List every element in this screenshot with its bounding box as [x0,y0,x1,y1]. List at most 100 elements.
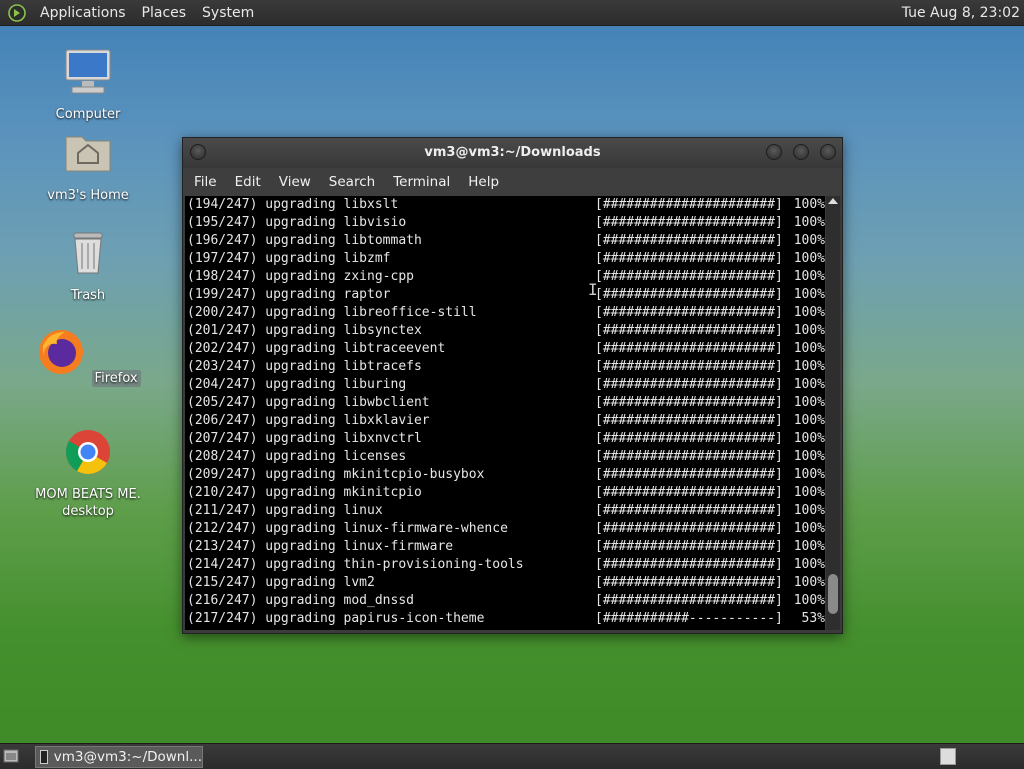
firefox-icon [39,330,84,374]
menu-file[interactable]: File [185,174,226,190]
terminal-line-text: (212/247) upgrading linux-firmware-whenc… [187,521,508,536]
terminal-line: (216/247) upgrading mod_dnssd [##########… [185,592,825,610]
text-cursor-icon: I [588,280,598,299]
scrollbar-thumb[interactable] [828,574,838,614]
terminal-line: (208/247) upgrading licenses [###########… [185,448,825,466]
terminal-window[interactable]: vm3@vm3:~/Downloads File Edit View Searc… [182,137,843,634]
terminal-line: (213/247) upgrading linux-firmware [#####… [185,538,825,556]
terminal-line-text: (216/247) upgrading mod_dnssd [187,593,414,608]
terminal-line: (202/247) upgrading libtraceevent [######… [185,340,825,358]
menu-help[interactable]: Help [459,174,508,190]
taskbar-terminal-button[interactable]: vm3@vm3:~/Downl... [35,746,203,768]
workspace-switcher[interactable] [940,748,956,765]
progress-percent: 100% [793,557,825,572]
desktop-icon-label: MOM BEATS ME. desktop [35,487,141,519]
terminal-line-text: (211/247) upgrading linux [187,503,383,518]
terminal-line-text: (203/247) upgrading libtracefs [187,359,422,374]
terminal-line: (209/247) upgrading mkinitcpio-busybox [#… [185,466,825,484]
menu-view[interactable]: View [270,174,320,190]
menu-terminal[interactable]: Terminal [384,174,459,190]
close-button[interactable] [820,144,836,160]
desktop-icon-computer[interactable]: Computer [33,46,143,123]
terminal-line: (195/247) upgrading libvisio [###########… [185,214,825,232]
applications-menu[interactable]: Applications [32,5,134,21]
mate-logo-icon[interactable] [8,3,26,22]
progress-bar-text: [######################] [595,233,783,248]
chrome-icon [66,430,110,474]
terminal-output[interactable]: (194/247) upgrading libxslt [############… [185,196,825,630]
menu-edit[interactable]: Edit [226,174,270,190]
terminal-line-text: (202/247) upgrading libtraceevent [187,341,446,356]
terminal-line: (203/247) upgrading libtracefs [#########… [185,358,825,376]
progress-percent: 100% [793,323,825,338]
desktop-icon-home[interactable]: vm3's Home [33,127,143,204]
terminal-line-text: (213/247) upgrading linux-firmware [187,539,454,554]
progress-percent: 100% [793,215,825,230]
desktop-icon-firefox[interactable]: Firefox [33,326,143,387]
terminal-menubar: File Edit View Search Terminal Help [183,168,842,196]
progress-percent: 100% [793,395,825,410]
computer-icon [65,49,111,94]
progress-percent: 100% [793,485,825,500]
maximize-button[interactable] [793,144,809,160]
terminal-line-text: (204/247) upgrading liburing [187,377,407,392]
terminal-line: (200/247) upgrading libreoffice-still [##… [185,304,825,322]
terminal-line: (201/247) upgrading libsynctex [#########… [185,322,825,340]
terminal-line-text: (214/247) upgrading thin-provisioning-to… [187,557,524,572]
window-menu-button[interactable] [190,144,206,160]
terminal-scrollbar[interactable] [826,196,840,630]
terminal-line-text: (197/247) upgrading libzmf [187,251,391,266]
progress-bar-text: [######################] [595,377,783,392]
minimize-button[interactable] [766,144,782,160]
desktop-icon-trash[interactable]: Trash [33,227,143,304]
progress-percent: 100% [793,287,825,302]
desktop-icon-label: Computer [55,107,121,122]
progress-percent: 100% [793,341,825,356]
progress-bar-text: [######################] [595,521,783,536]
show-desktop-icon[interactable] [3,749,19,763]
progress-percent: 100% [793,539,825,554]
progress-bar-text: [######################] [595,197,783,212]
terminal-line: (214/247) upgrading thin-provisioning-to… [185,556,825,574]
progress-bar-text: [######################] [595,575,783,590]
progress-bar-text: [######################] [595,359,783,374]
terminal-titlebar[interactable]: vm3@vm3:~/Downloads [183,138,842,168]
terminal-line-text: (207/247) upgrading libxnvctrl [187,431,422,446]
progress-percent: 100% [793,359,825,374]
terminal-line: (194/247) upgrading libxslt [############… [185,196,825,214]
progress-percent: 100% [793,593,825,608]
terminal-line-text: (208/247) upgrading licenses [187,449,407,464]
progress-percent: 100% [793,503,825,518]
terminal-line: (196/247) upgrading libtommath [#########… [185,232,825,250]
progress-bar-text: [######################] [595,287,783,302]
terminal-line: (212/247) upgrading linux-firmware-whenc… [185,520,825,538]
progress-percent: 100% [793,233,825,248]
progress-percent: 100% [793,575,825,590]
progress-percent: 100% [793,197,825,212]
terminal-line-text: (217/247) upgrading papirus-icon-theme [187,611,485,626]
progress-percent: 100% [793,449,825,464]
progress-percent: 100% [793,521,825,536]
progress-bar-text: [######################] [595,413,783,428]
clock[interactable]: Tue Aug 8, 23:02 [902,5,1024,21]
terminal-line-text: (209/247) upgrading mkinitcpio-busybox [187,467,485,482]
progress-bar-text: [######################] [595,323,783,338]
scroll-up-arrow-icon[interactable] [828,198,838,204]
system-menu[interactable]: System [194,5,262,21]
terminal-line-text: (194/247) upgrading libxslt [187,197,399,212]
progress-bar-text: [######################] [595,395,783,410]
home-folder-icon [65,136,111,172]
progress-bar-text: [######################] [595,341,783,356]
progress-bar-text: [######################] [595,557,783,572]
desktop-icon-label: vm3's Home [47,188,129,203]
desktop-icon-chrome-launcher[interactable]: MOM BEATS ME. desktop [33,426,143,520]
progress-bar-text: [######################] [595,431,783,446]
progress-percent: 100% [793,467,825,482]
places-menu[interactable]: Places [134,5,195,21]
terminal-line: (198/247) upgrading zxing-cpp [##########… [185,268,825,286]
terminal-line: (215/247) upgrading lvm2 [###############… [185,574,825,592]
progress-bar-text: [######################] [595,485,783,500]
taskbar-button-label: vm3@vm3:~/Downl... [53,749,202,765]
terminal-line-text: (205/247) upgrading libwbclient [187,395,430,410]
menu-search[interactable]: Search [320,174,384,190]
